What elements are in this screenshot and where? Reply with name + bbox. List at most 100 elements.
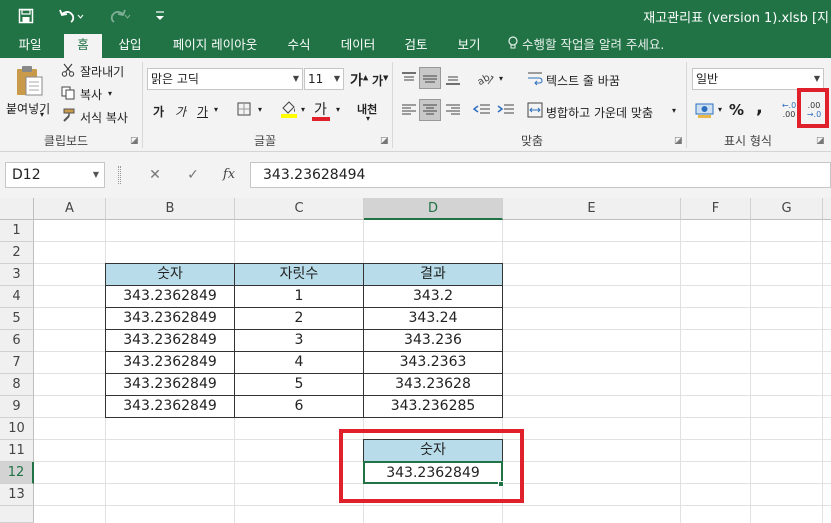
font-name-select[interactable]: 맑은 고딕 ▼	[147, 68, 303, 90]
align-right-icon[interactable]	[444, 102, 462, 118]
fill-color-icon[interactable]	[280, 99, 298, 119]
grow-font-button[interactable]: 가▲	[350, 70, 368, 90]
number-format-select[interactable]: 일반 ▼	[692, 68, 824, 90]
format-painter-label[interactable]: 서식 복사	[80, 109, 128, 126]
column-header-c[interactable]: C	[235, 198, 364, 220]
column-header-h[interactable]	[823, 198, 831, 220]
redo-icon[interactable]	[103, 0, 133, 32]
bold-button[interactable]: 가	[153, 103, 164, 120]
table-header-digits[interactable]: 자릿수	[234, 263, 364, 286]
shrink-font-button[interactable]: 가▼	[372, 72, 388, 89]
table-cell[interactable]: 343.2362849	[105, 351, 235, 374]
italic-button[interactable]: 가	[175, 103, 186, 120]
accounting-format-icon[interactable]	[694, 100, 716, 120]
tab-formulas[interactable]: 수식	[276, 32, 322, 58]
row-header-13[interactable]: 13	[0, 484, 34, 506]
font-color-button[interactable]: 가	[314, 99, 327, 119]
fill-color-dropdown-arrow[interactable]: ▾	[301, 105, 305, 114]
select-all-corner[interactable]	[0, 198, 34, 220]
row-header-14[interactable]	[0, 506, 34, 523]
align-top-icon[interactable]	[400, 70, 418, 86]
paste-dropdown-arrow[interactable]: ▾	[40, 110, 44, 119]
phonetic-dropdown-arrow[interactable]: ▾	[366, 114, 370, 123]
row-header-1[interactable]: 1	[0, 220, 34, 242]
tab-data[interactable]: 데이터	[332, 32, 384, 58]
table-cell[interactable]: 343.2	[363, 285, 503, 308]
decrease-indent-icon[interactable]	[472, 102, 492, 118]
name-box[interactable]: D12 ▼	[5, 162, 105, 188]
font-size-select[interactable]: 11 ▼	[304, 68, 344, 90]
align-middle-icon[interactable]	[419, 67, 441, 89]
table-cell[interactable]: 343.2362849	[105, 285, 235, 308]
formula-input[interactable]: 343.23628494	[250, 162, 831, 188]
underline-dropdown-arrow[interactable]: ▾	[214, 105, 218, 114]
table-cell[interactable]: 1	[234, 285, 364, 308]
table-cell[interactable]: 343.23628	[363, 373, 503, 396]
copy-button-label[interactable]: 복사	[80, 86, 102, 103]
undo-icon[interactable]	[56, 0, 86, 32]
clipboard-launcher-icon[interactable]: ◪	[130, 136, 139, 146]
merge-dropdown-arrow[interactable]: ▾	[672, 106, 676, 115]
column-header-b[interactable]: B	[106, 198, 235, 220]
font-color-dropdown-arrow[interactable]: ▾	[336, 105, 340, 114]
customize-toolbar-icon[interactable]	[152, 0, 168, 32]
insert-function-button[interactable]: fx	[214, 162, 244, 188]
table-cell[interactable]: 343.24	[363, 307, 503, 330]
row-header-5[interactable]: 5	[0, 308, 34, 330]
table-cell[interactable]: 3	[234, 329, 364, 352]
column-header-e[interactable]: E	[503, 198, 681, 220]
row-header-9[interactable]: 9	[0, 396, 34, 418]
row-header-4[interactable]: 4	[0, 286, 34, 308]
tab-insert[interactable]: 삽입	[108, 32, 152, 58]
table-cell[interactable]: 343.236	[363, 329, 503, 352]
underline-button[interactable]: 가	[197, 103, 208, 120]
column-header-f[interactable]: F	[681, 198, 751, 220]
column-header-d[interactable]: D	[364, 198, 503, 220]
table-cell[interactable]: 6	[234, 395, 364, 418]
borders-dropdown-arrow[interactable]: ▾	[258, 105, 262, 114]
table-cell[interactable]: 4	[234, 351, 364, 374]
merge-center-icon[interactable]	[526, 101, 544, 119]
cut-icon[interactable]	[60, 62, 76, 78]
table-cell[interactable]: 343.2362849	[105, 307, 235, 330]
merge-center-button[interactable]: 병합하고 가운데 맞춤	[546, 104, 653, 121]
tab-file[interactable]: 파일	[8, 32, 52, 58]
copy-dropdown-arrow[interactable]: ▾	[108, 89, 112, 98]
save-icon[interactable]	[14, 0, 38, 32]
row-header-6[interactable]: 6	[0, 330, 34, 352]
table-cell[interactable]: 5	[234, 373, 364, 396]
row-header-12[interactable]: 12	[0, 462, 34, 484]
row-header-3[interactable]: 3	[0, 264, 34, 286]
alignment-launcher-icon[interactable]: ◪	[674, 136, 683, 146]
row-header-8[interactable]: 8	[0, 374, 34, 396]
row-header-2[interactable]: 2	[0, 242, 34, 264]
increase-indent-icon[interactable]	[496, 102, 516, 118]
copy-icon[interactable]	[60, 85, 76, 101]
accounting-dropdown-arrow[interactable]: ▾	[718, 105, 722, 114]
align-left-icon[interactable]	[400, 102, 418, 118]
formula-bar-splitter[interactable]	[118, 166, 121, 184]
format-painter-icon[interactable]	[60, 107, 76, 123]
tab-home[interactable]: 홈	[64, 34, 102, 58]
table-cell[interactable]: 343.2362849	[105, 395, 235, 418]
orientation-dropdown-arrow[interactable]: ▾	[499, 74, 503, 83]
table-cell[interactable]: 2	[234, 307, 364, 330]
cancel-icon[interactable]: ✕	[140, 162, 170, 188]
enter-icon[interactable]: ✓	[178, 162, 208, 188]
number-launcher-icon[interactable]: ◪	[816, 136, 825, 146]
table-header-result[interactable]: 결과	[363, 263, 503, 286]
borders-icon[interactable]	[236, 101, 252, 117]
column-header-a[interactable]: A	[34, 198, 106, 220]
row-header-10[interactable]: 10	[0, 418, 34, 440]
column-header-g[interactable]: G	[751, 198, 823, 220]
wrap-text-button[interactable]: 텍스트 줄 바꿈	[546, 72, 620, 89]
table-cell[interactable]: 343.236285	[363, 395, 503, 418]
cut-button-label[interactable]: 잘라내기	[80, 63, 124, 80]
table-cell[interactable]: 343.2362849	[105, 373, 235, 396]
font-launcher-icon[interactable]: ◪	[380, 136, 389, 146]
tab-page-layout[interactable]: 페이지 레이아웃	[160, 32, 270, 58]
tab-view[interactable]: 보기	[446, 32, 492, 58]
align-bottom-icon[interactable]	[444, 70, 462, 86]
table-cell[interactable]: 343.2362849	[105, 329, 235, 352]
tab-review[interactable]: 검토	[394, 32, 438, 58]
